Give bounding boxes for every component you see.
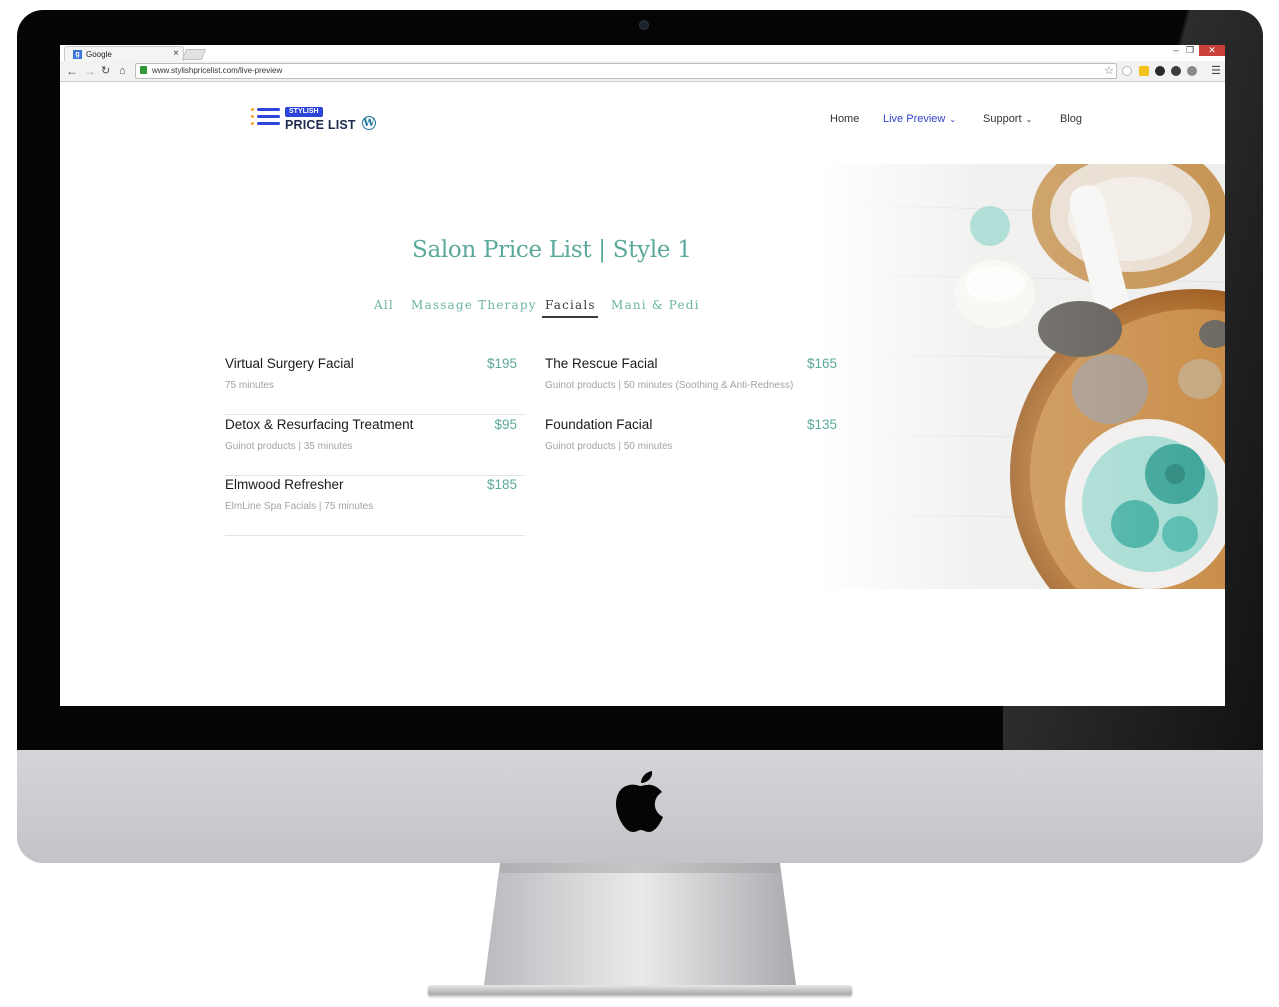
browser-tab[interactable]: g Google ×	[64, 46, 184, 62]
price-list-title: Salon Price List | Style 1	[412, 237, 692, 263]
price-item: Elmwood Refresher $185 ElmLine Spa Facia…	[225, 477, 525, 536]
active-tab-underline	[542, 316, 598, 318]
bookmark-star-icon[interactable]: ☆	[1104, 64, 1114, 78]
apple-logo-icon	[616, 771, 663, 832]
tab-title: Google	[86, 50, 112, 59]
price-item-name: Elmwood Refresher	[225, 477, 344, 492]
price-item-description: Guinot products | 50 minutes	[545, 441, 673, 452]
filter-tab-massage-therapy[interactable]: Massage Therapy	[411, 298, 537, 312]
price-item-name: Detox & Resurfacing Treatment	[225, 417, 414, 432]
window-minimize-button[interactable]: –	[1169, 45, 1183, 56]
window-close-button[interactable]: ✕	[1199, 45, 1225, 56]
price-item-name: The Rescue Facial	[545, 356, 658, 371]
nav-support[interactable]: Support ⌄	[983, 113, 1032, 125]
nav-home[interactable]: Home	[830, 113, 859, 125]
monitor-screen: g Google × – ❐ ✕ ← → ↻ ⌂ www.stylishpric…	[60, 45, 1225, 706]
reload-icon[interactable]: ↻	[101, 64, 110, 78]
price-item-description: ElmLine Spa Facials | 75 minutes	[225, 501, 374, 512]
price-item-description: Guinot products | 35 minutes	[225, 441, 353, 452]
price-item: Detox & Resurfacing Treatment $95 Guinot…	[225, 417, 525, 476]
extension-globe-icon[interactable]	[1171, 66, 1181, 76]
price-item-description: Guinot products | 50 minutes (Soothing &…	[545, 380, 794, 391]
nav-support-label: Support	[983, 113, 1022, 125]
monitor-stand	[484, 863, 796, 985]
price-item: Foundation Facial $135 Guinot products |…	[545, 417, 845, 475]
price-item: Virtual Surgery Facial $195 75 minutes	[225, 356, 525, 415]
browser-tab-strip: g Google × – ❐ ✕	[60, 45, 1225, 62]
google-favicon-icon: g	[73, 50, 82, 59]
monitor-foot	[428, 985, 852, 995]
extension-color-icon[interactable]	[1155, 66, 1165, 76]
extension-notes-icon[interactable]	[1139, 66, 1149, 76]
window-maximize-button[interactable]: ❐	[1183, 45, 1197, 56]
back-arrow-icon[interactable]: ←	[66, 64, 78, 78]
address-bar[interactable]: www.stylishpricelist.com/live-preview ☆	[135, 63, 1117, 79]
price-item-price: $95	[494, 417, 517, 432]
website: STYLISH PRICE LIST W Home Live Preview ⌄ …	[60, 82, 1225, 706]
url-text: www.stylishpricelist.com/live-preview	[152, 66, 283, 75]
price-item-price: $165	[806, 356, 837, 371]
price-item-description: 75 minutes	[225, 380, 274, 391]
browser-menu-icon[interactable]: ☰	[1211, 64, 1221, 78]
logo-name: PRICE LIST	[285, 118, 356, 132]
price-item-name: Virtual Surgery Facial	[225, 356, 354, 371]
extension-settings-icon[interactable]	[1187, 66, 1197, 76]
spa-hero-image	[820, 164, 1225, 589]
wordpress-icon: W	[362, 116, 376, 130]
filter-tab-mani-pedi[interactable]: Mani & Pedi	[611, 298, 700, 312]
chevron-down-icon: ⌄	[949, 115, 957, 124]
price-item-name: Foundation Facial	[545, 417, 653, 432]
new-tab-button[interactable]	[181, 49, 207, 60]
chevron-down-icon: ⌄	[1025, 115, 1033, 124]
nav-blog[interactable]: Blog	[1060, 113, 1082, 125]
home-icon[interactable]: ⌂	[119, 64, 126, 78]
forward-arrow-icon[interactable]: →	[84, 64, 96, 78]
price-item: The Rescue Facial $165 Guinot products |…	[545, 356, 845, 414]
nav-live-preview[interactable]: Live Preview ⌄	[883, 113, 956, 125]
nav-live-preview-label: Live Preview	[883, 113, 946, 125]
price-item-price: $195	[486, 356, 517, 371]
webcam	[639, 20, 649, 30]
browser-toolbar: ← → ↻ ⌂ www.stylishpricelist.com/live-pr…	[60, 61, 1225, 82]
filter-tab-facials[interactable]: Facials	[545, 298, 596, 312]
filter-tab-all[interactable]: All	[374, 298, 394, 312]
price-item-price: $185	[486, 477, 517, 492]
logo-badge: STYLISH	[285, 107, 323, 117]
site-logo[interactable]: STYLISH PRICE LIST W	[250, 107, 390, 135]
extension-clock-icon[interactable]	[1122, 66, 1132, 76]
lock-icon	[140, 66, 147, 74]
tab-close-icon[interactable]: ×	[173, 48, 179, 59]
price-item-price: $135	[806, 417, 837, 432]
